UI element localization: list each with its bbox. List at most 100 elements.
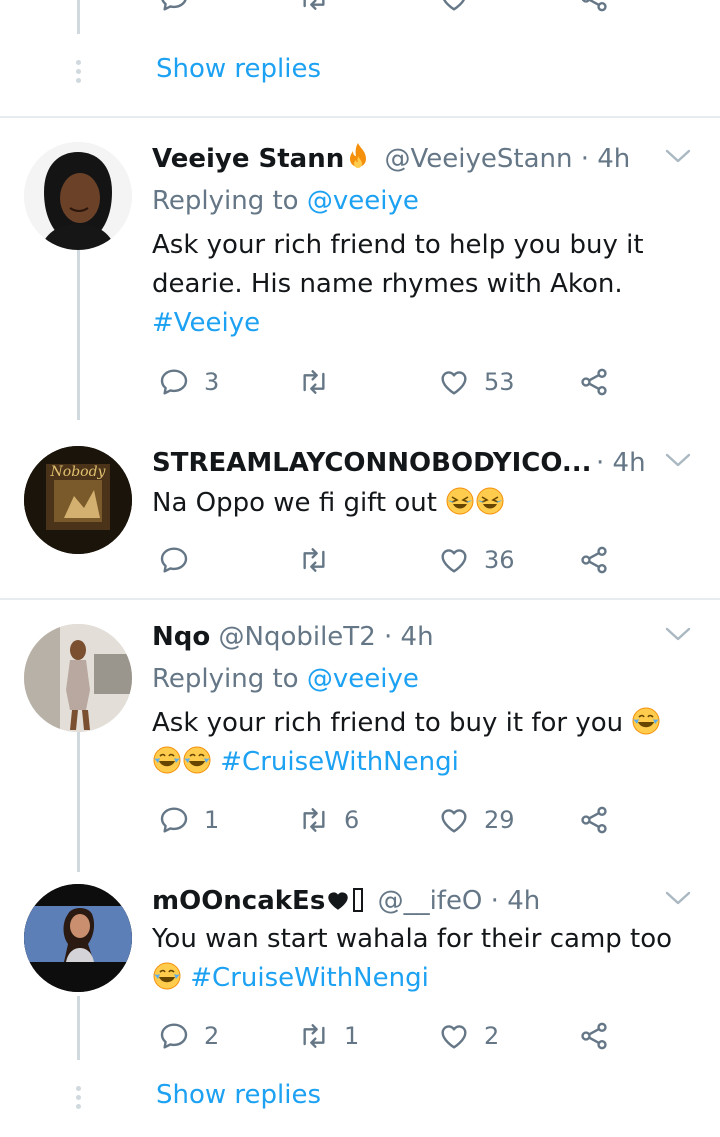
display-name[interactable]: Veeiye Stann bbox=[152, 144, 344, 174]
share-button[interactable] bbox=[578, 800, 624, 840]
show-replies-link[interactable]: Show replies bbox=[156, 54, 321, 84]
replying-to: Replying to @veeiye bbox=[152, 662, 419, 696]
retweet-icon bbox=[298, 1020, 330, 1052]
share-button[interactable] bbox=[578, 1016, 624, 1056]
chevron-down-icon[interactable] bbox=[664, 450, 692, 470]
reply-icon[interactable] bbox=[158, 0, 190, 14]
like-count: 2 bbox=[484, 1022, 500, 1050]
reply-icon bbox=[158, 1020, 190, 1052]
tweet-header: Nqo @NqobileT2 · 4h bbox=[152, 620, 434, 654]
reply-button[interactable]: 2 bbox=[158, 1016, 219, 1056]
hashtag-link[interactable]: #CruiseWithNengi bbox=[190, 963, 429, 993]
avatar[interactable] bbox=[24, 884, 132, 992]
like-icon[interactable] bbox=[438, 0, 470, 14]
avatar[interactable] bbox=[24, 624, 132, 732]
like-count: 36 bbox=[484, 546, 515, 574]
tweet-header: STREAMLAYCONNOBODYICO... bbox=[152, 446, 592, 480]
reply-icon bbox=[158, 544, 190, 576]
hashtag-link[interactable]: #Veeiye bbox=[152, 304, 692, 343]
tweet-text-line: Na Oppo we fi gift out bbox=[152, 488, 437, 518]
timestamp[interactable]: · 4h bbox=[596, 446, 646, 480]
like-icon bbox=[438, 804, 470, 836]
tweet-text-line: Ask your rich friend to buy it for you bbox=[152, 708, 624, 738]
joy-emoji-icon bbox=[631, 706, 661, 736]
rofl-emoji-icon bbox=[475, 486, 505, 516]
retweet-icon bbox=[298, 804, 330, 836]
chevron-down-icon[interactable] bbox=[664, 624, 692, 644]
chevron-down-icon[interactable] bbox=[664, 888, 692, 908]
divider bbox=[0, 116, 720, 118]
chevron-down-icon[interactable] bbox=[664, 146, 692, 166]
like-count: 53 bbox=[484, 368, 515, 396]
display-name[interactable]: STREAMLAYCONNOBODYICO... bbox=[152, 448, 592, 478]
thread-dots bbox=[74, 60, 83, 87]
user-handle[interactable]: @__ifeO bbox=[378, 886, 483, 916]
user-handle[interactable]: @NqobileT2 bbox=[219, 622, 376, 652]
hashtag-link[interactable]: #CruiseWithNengi bbox=[220, 747, 459, 777]
like-button[interactable]: 2 bbox=[438, 1016, 499, 1056]
timestamp[interactable]: · 4h bbox=[384, 622, 434, 652]
tweet-text: You wan start wahala for their camp too … bbox=[152, 920, 692, 998]
display-name[interactable]: mOOncakEs bbox=[152, 886, 325, 916]
share-button[interactable] bbox=[578, 540, 624, 580]
like-button[interactable]: 29 bbox=[438, 800, 515, 840]
replying-to-label: Replying to bbox=[152, 664, 299, 694]
like-button[interactable]: 53 bbox=[438, 362, 515, 402]
share-icon bbox=[578, 544, 610, 576]
share-icon bbox=[578, 366, 610, 398]
like-button[interactable]: 36 bbox=[438, 540, 515, 580]
black-heart-emoji-icon bbox=[325, 887, 351, 913]
reply-icon bbox=[158, 366, 190, 398]
divider bbox=[0, 598, 720, 600]
retweet-icon bbox=[298, 544, 330, 576]
reply-button[interactable]: 1 bbox=[158, 800, 219, 840]
avatar[interactable] bbox=[24, 142, 132, 250]
retweet-button[interactable] bbox=[298, 362, 344, 402]
tweet-actions: 2 1 2 bbox=[152, 1016, 622, 1056]
thread-line bbox=[77, 250, 80, 420]
tweet-header: Veeiye Stann @VeeiyeStann · 4h bbox=[152, 142, 630, 176]
retweet-icon[interactable] bbox=[298, 0, 330, 14]
thread-line bbox=[77, 0, 80, 34]
replying-to: Replying to @veeiye bbox=[152, 184, 419, 218]
tweet-actions: 36 bbox=[152, 540, 622, 580]
joy-emoji-icon bbox=[152, 961, 182, 991]
reply-icon bbox=[158, 804, 190, 836]
reply-button[interactable]: 3 bbox=[158, 362, 219, 402]
replying-to-label: Replying to bbox=[152, 186, 299, 216]
display-name-suffix bbox=[353, 888, 364, 912]
thread-dots bbox=[74, 1086, 83, 1113]
share-icon bbox=[578, 804, 610, 836]
reply-count: 1 bbox=[204, 806, 220, 834]
timestamp[interactable]: · 4h bbox=[491, 886, 541, 916]
retweet-button[interactable]: 6 bbox=[298, 800, 359, 840]
user-handle[interactable]: @VeeiyeStann bbox=[385, 144, 573, 174]
like-icon bbox=[438, 366, 470, 398]
reply-count: 3 bbox=[204, 368, 220, 396]
tweet-text-line: You wan start wahala for their camp too bbox=[152, 924, 673, 954]
show-replies-link[interactable]: Show replies bbox=[156, 1080, 321, 1110]
fire-emoji-icon bbox=[346, 142, 370, 172]
tweet-text: Ask your rich friend to buy it for you #… bbox=[152, 704, 692, 782]
retweet-count: 6 bbox=[344, 806, 360, 834]
avatar-text: Nobody bbox=[50, 464, 107, 480]
joy-emoji-icon bbox=[182, 745, 212, 775]
retweet-count: 1 bbox=[344, 1022, 360, 1050]
like-icon bbox=[438, 544, 470, 576]
tweet-text-line: dearie. His name rhymes with Akon. bbox=[152, 269, 623, 299]
share-icon[interactable] bbox=[578, 0, 610, 14]
reply-count: 2 bbox=[204, 1022, 220, 1050]
reply-button[interactable] bbox=[158, 540, 204, 580]
mention-link[interactable]: @veeiye bbox=[307, 664, 419, 694]
tweet-actions: 3 53 bbox=[152, 362, 622, 402]
display-name[interactable]: Nqo bbox=[152, 622, 210, 652]
retweet-button[interactable]: 1 bbox=[298, 1016, 359, 1056]
share-button[interactable] bbox=[578, 362, 624, 402]
timestamp[interactable]: · 4h bbox=[581, 144, 631, 174]
retweet-button[interactable] bbox=[298, 540, 344, 580]
partial-actions-row bbox=[152, 0, 622, 22]
thread-line bbox=[77, 732, 80, 872]
avatar[interactable]: Nobody bbox=[24, 446, 132, 554]
thread-line bbox=[77, 996, 80, 1060]
mention-link[interactable]: @veeiye bbox=[307, 186, 419, 216]
